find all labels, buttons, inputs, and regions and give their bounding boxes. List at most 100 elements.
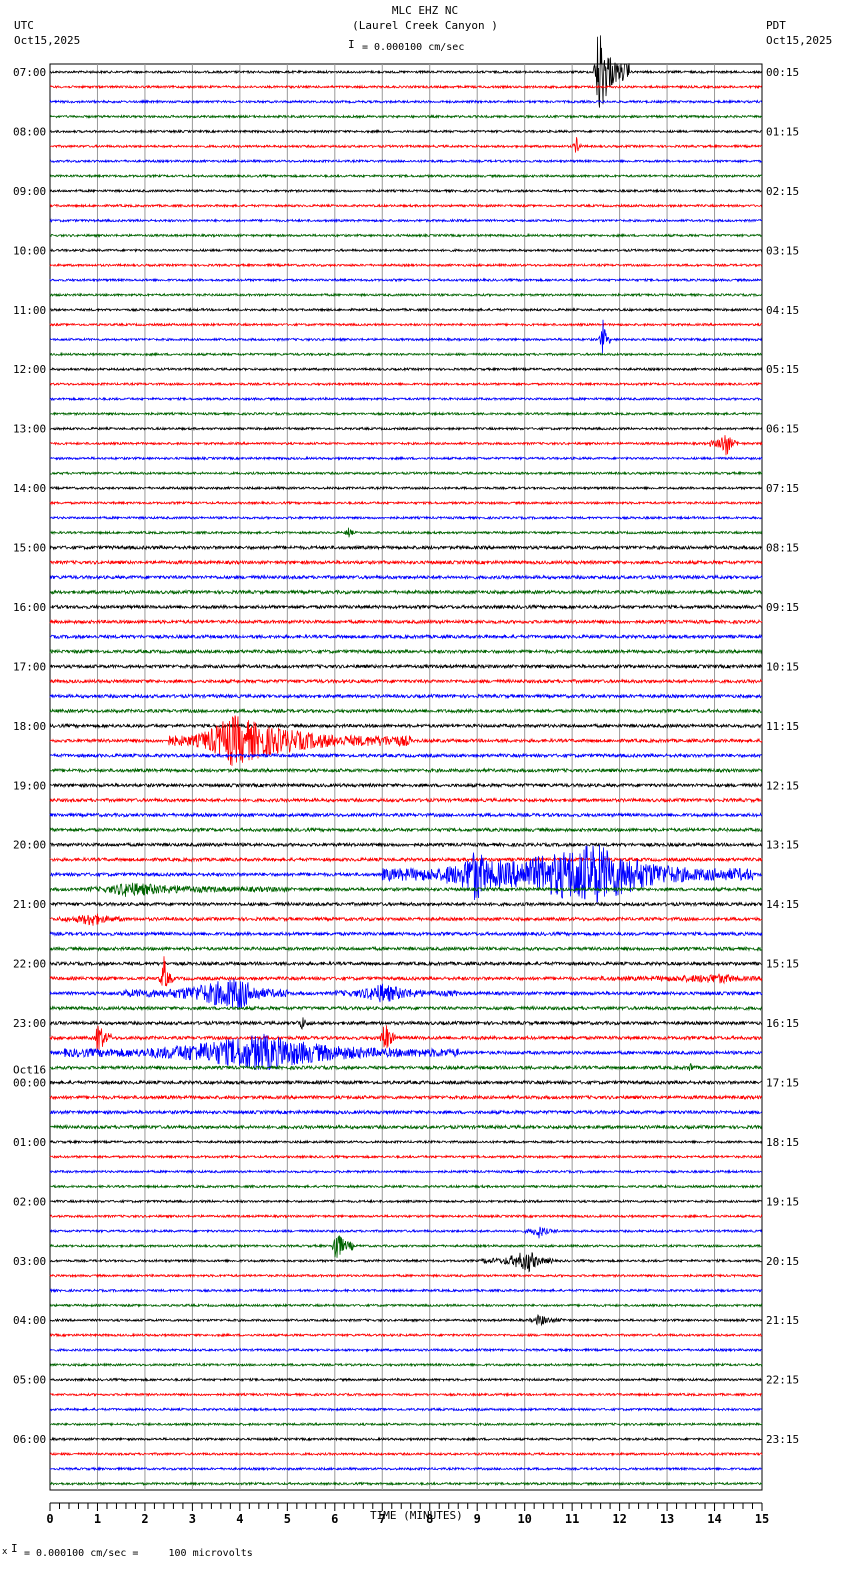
utc-hour-label: 18:00 — [13, 720, 46, 733]
pdt-hour-label: 04:15 — [766, 304, 799, 317]
utc-hour-label: 04:00 — [13, 1314, 46, 1327]
seismic-trace — [49, 411, 763, 417]
x-tick-label: 2 — [141, 1512, 148, 1526]
seismic-trace — [49, 158, 763, 164]
seismic-trace — [49, 1332, 763, 1338]
seismic-trace — [49, 113, 763, 120]
utc-hour-label: 02:00 — [13, 1195, 46, 1208]
utc-hour-label: 19:00 — [13, 779, 46, 792]
seismic-trace — [49, 128, 763, 135]
seismic-trace — [50, 1391, 763, 1398]
x-tick-label: 9 — [474, 1512, 481, 1526]
utc-hour-label: 11:00 — [13, 304, 46, 317]
seismic-trace — [49, 1063, 763, 1072]
utc-hour-label: 21:00 — [13, 898, 46, 911]
footer-scale-bar-icon: I — [11, 1542, 18, 1555]
seismic-trace — [49, 232, 763, 239]
seismic-trace — [49, 663, 763, 670]
seismic-trace — [49, 618, 763, 625]
seismic-trace — [49, 426, 763, 432]
utc-hour-label: 16:00 — [13, 601, 46, 614]
pdt-hour-label: 01:15 — [766, 125, 799, 138]
seismic-trace — [49, 218, 763, 224]
seismic-trace — [49, 633, 763, 640]
seismic-trace — [49, 515, 763, 521]
pdt-hour-label: 20:15 — [766, 1255, 799, 1268]
seismic-trace — [49, 693, 763, 700]
seismic-trace — [49, 960, 762, 967]
seismic-trace — [49, 322, 763, 328]
pdt-hour-label: 07:15 — [766, 482, 799, 495]
seismic-trace — [49, 455, 763, 461]
seismic-trace — [49, 1436, 763, 1442]
utc-hour-label: 17:00 — [13, 660, 46, 673]
seismic-trace — [49, 856, 763, 863]
seismic-trace — [49, 1421, 763, 1427]
seismic-trace — [49, 527, 763, 538]
pdt-hour-label: 21:15 — [766, 1314, 799, 1327]
seismic-trace — [49, 1481, 763, 1487]
seismic-trace — [49, 1466, 763, 1472]
x-tick-label: 4 — [236, 1512, 243, 1526]
utc-hour-label: 13:00 — [13, 423, 46, 436]
seismic-trace — [49, 188, 763, 194]
pdt-hour-label: 06:15 — [766, 423, 799, 436]
seismic-trace — [49, 841, 763, 848]
seismic-trace — [49, 603, 763, 611]
pdt-hour-label: 15:15 — [766, 958, 799, 971]
pdt-hour-label: 14:15 — [766, 898, 799, 911]
seismic-trace — [49, 247, 763, 253]
seismic-trace — [49, 945, 763, 952]
x-tick-label: 0 — [46, 1512, 53, 1526]
pdt-hour-label: 00:15 — [766, 66, 799, 79]
seismic-trace — [49, 1109, 763, 1116]
seismic-trace — [49, 844, 763, 903]
seismic-trace — [49, 1313, 763, 1327]
pdt-hour-label: 05:15 — [766, 363, 799, 376]
seismic-trace — [49, 1287, 763, 1294]
seismic-trace — [49, 1025, 763, 1051]
utc-hour-label: 03:00 — [13, 1255, 46, 1268]
seismic-trace — [49, 84, 762, 90]
seismic-trace — [49, 1226, 763, 1239]
seismic-trace — [49, 1451, 763, 1457]
seismic-trace — [49, 396, 763, 402]
seismic-trace — [49, 648, 763, 655]
seismic-trace — [49, 722, 763, 729]
pdt-hour-label: 23:15 — [766, 1433, 799, 1446]
seismic-trace — [49, 35, 763, 108]
x-tick-label: 1 — [94, 1512, 101, 1526]
utc-hour-label: 06:00 — [13, 1433, 46, 1446]
utc-hour-label: 10:00 — [13, 244, 46, 257]
x-tick-label: 12 — [612, 1512, 626, 1526]
x-tick-label: 14 — [707, 1512, 721, 1526]
seismic-trace — [49, 797, 763, 804]
seismic-trace — [49, 137, 763, 153]
seismic-trace — [49, 767, 763, 774]
pdt-hour-label: 03:15 — [766, 244, 799, 257]
seismic-trace — [49, 978, 763, 1010]
seismic-trace — [49, 1169, 763, 1175]
seismic-trace — [49, 262, 763, 268]
x-tick-label: 10 — [517, 1512, 531, 1526]
seismic-trace — [49, 901, 763, 908]
seismic-trace — [49, 173, 763, 179]
seismic-trace — [49, 1033, 763, 1071]
seismic-trace — [49, 574, 763, 581]
seismic-trace — [49, 1154, 763, 1160]
seismic-trace — [49, 1139, 763, 1145]
seismic-trace — [49, 485, 763, 491]
seismic-trace — [49, 277, 763, 283]
utc-hour-label: 15:00 — [13, 542, 46, 555]
seismic-trace — [49, 500, 763, 506]
utc-hour-label: 01:00 — [13, 1136, 46, 1149]
seismic-trace — [49, 544, 763, 551]
seismic-trace — [49, 1123, 763, 1131]
seismic-trace — [49, 1362, 763, 1368]
seismic-trace — [50, 351, 763, 357]
seismic-trace — [49, 203, 762, 209]
seismic-trace — [49, 292, 763, 298]
seismic-trace — [50, 366, 763, 372]
seismic-trace — [49, 930, 763, 937]
x-tick-label: 6 — [331, 1512, 338, 1526]
